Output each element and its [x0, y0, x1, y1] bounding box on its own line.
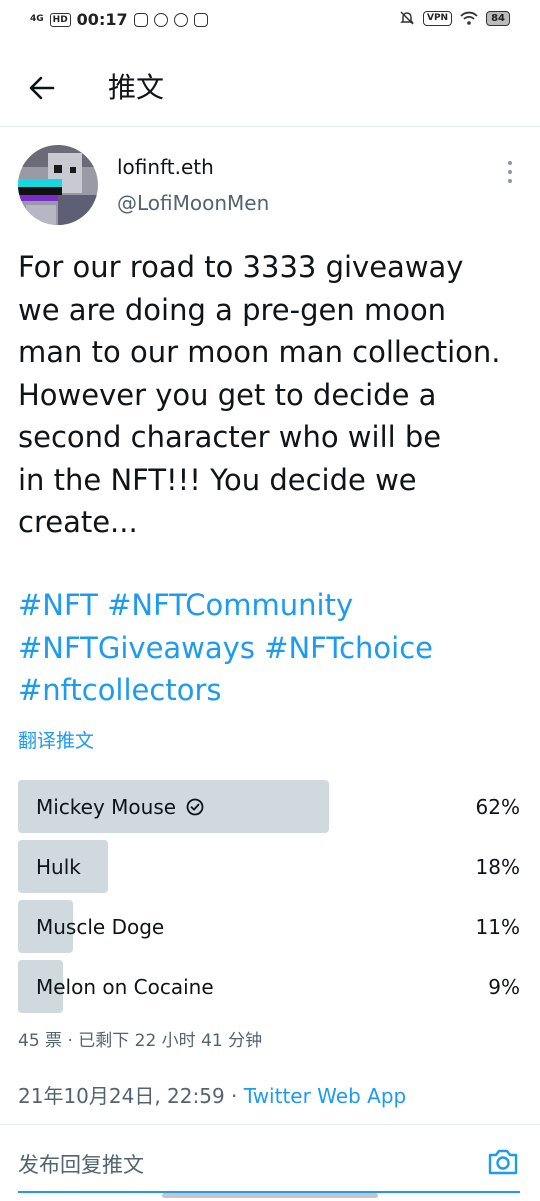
poll-option: Mickey Mouse 62% [18, 780, 520, 833]
tweet-hashtags: #NFT #NFTCommunity #NFTGiveaways #NFTcho… [18, 584, 528, 712]
poll-option-label: Mickey Mouse [36, 795, 204, 819]
poll-option-text: Mickey Mouse [36, 795, 177, 819]
poll-option-label: Muscle Doge [36, 915, 164, 939]
poll-option-text: Muscle Doge [36, 915, 165, 939]
page-title: 推文 [108, 71, 165, 104]
poll-option: Hulk 18% [18, 840, 520, 893]
top-app-bar: 推文 [0, 56, 540, 127]
poll-option-percent: 9% [488, 975, 520, 999]
hashtag-line[interactable]: #NFT #NFTCommunity [18, 584, 528, 627]
vpn-badge: VPN [422, 10, 453, 26]
mute-bell-icon [400, 11, 414, 25]
author-handle[interactable]: @LofiMoonMen [117, 191, 269, 215]
poll-option-text: Melon on Cocaine [36, 975, 214, 999]
author-display-name[interactable]: lofinft.eth [117, 155, 214, 179]
tweet-text-line: second character who will be [18, 420, 442, 454]
hd-badge: HD [49, 12, 71, 27]
gallery-notification-icon [133, 12, 148, 27]
poll-option-percent: 11% [475, 915, 520, 939]
avatar[interactable] [18, 145, 98, 225]
status-bar: 4G HD 00:17 VPN 84 [0, 0, 540, 40]
back-arrow-icon[interactable] [26, 72, 58, 104]
reply-composer: 发布回复推文 [0, 1124, 540, 1201]
status-bar-right: VPN 84 [399, 10, 510, 26]
tweet-text-line: However you get to decide a [18, 377, 437, 412]
status-time: 00:17 [76, 10, 128, 29]
camera-icon[interactable] [486, 1147, 520, 1177]
app-notification-icon [153, 12, 168, 27]
hashtag-line[interactable]: #nftcollectors [18, 669, 528, 712]
poll: Mickey Mouse 62% Hulk 18% Muscle Doge 11… [18, 780, 520, 1020]
home-indicator[interactable] [162, 1193, 378, 1198]
poll-option-percent: 18% [475, 855, 520, 879]
reply-input[interactable]: 发布回复推文 [18, 1149, 144, 1179]
poll-option-label: Melon on Cocaine [36, 975, 214, 999]
wifi-icon [460, 11, 478, 25]
poll-option: Melon on Cocaine 9% [18, 960, 520, 1013]
tweet-text-line: we are doing a pre-gen moon [18, 292, 447, 327]
tweet-text: For our road to 3333 giveaway we are doi… [18, 246, 528, 544]
tweet-client-link[interactable]: Twitter Web App [244, 1084, 406, 1108]
translate-tweet-link[interactable]: 翻译推文 [18, 726, 94, 753]
more-vertical-icon[interactable] [505, 160, 515, 184]
tweet-timestamp: 21年10月24日, 22:59 · Twitter Web App [18, 1080, 406, 1109]
tweet-text-line: create... [18, 505, 138, 539]
poll-option-label: Hulk [36, 855, 81, 879]
tweet-text-line: For our road to 3333 giveaway [18, 250, 464, 284]
mail-notification-icon [193, 12, 208, 27]
sync-notification-icon [173, 12, 188, 27]
network-indicator: 4G [30, 14, 44, 24]
check-circle-icon [186, 798, 204, 816]
poll-option: Muscle Doge 11% [18, 900, 520, 953]
poll-option-text: Hulk [36, 855, 81, 879]
hashtag-line[interactable]: #NFTGiveaways #NFTchoice [18, 627, 528, 670]
tweet-date-time: 21年10月24日, 22:59 · [18, 1084, 244, 1108]
poll-vote-summary: 45 票 · 已剩下 22 小时 41 分钟 [18, 1031, 263, 1051]
poll-option-percent: 62% [475, 795, 520, 819]
tweet-text-line: man to our moon man collection. [18, 335, 501, 369]
battery-indicator: 84 [486, 10, 510, 26]
status-bar-left: 4G HD 00:17 [30, 10, 208, 29]
tweet-text-line: in the NFT!!! You decide we [18, 462, 417, 497]
